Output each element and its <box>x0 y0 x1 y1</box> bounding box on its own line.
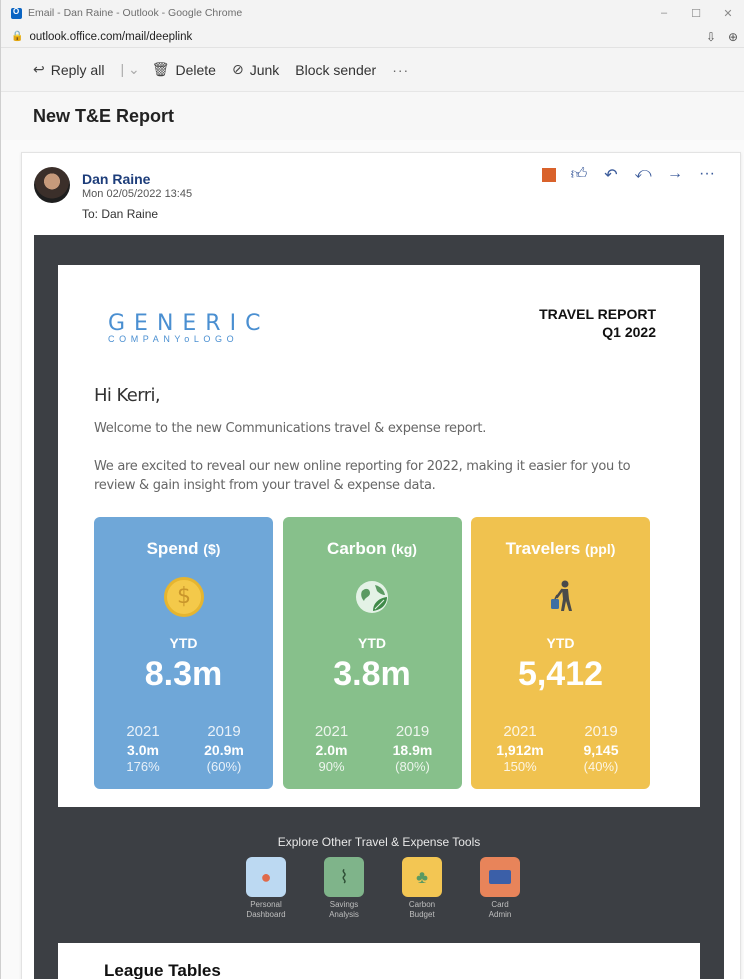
intro-text: Welcome to the new Communications travel… <box>94 421 487 436</box>
company-logo: GENERIC COMPANYoLOGO <box>108 311 269 344</box>
tile-ytd-label: YTD <box>546 635 575 651</box>
tile-title: Carbon (kg) <box>327 539 417 558</box>
map-pin-icon: ● <box>246 857 286 897</box>
install-app-icon[interactable]: ⇩ <box>700 30 722 44</box>
reply-all-icon[interactable]: ⤺ <box>634 165 652 185</box>
reply-all-button[interactable]: ↩︎ Reply all <box>33 61 104 78</box>
kpi-tiles: Spend ($) $ YTD 8.3m 2021 3.0m 176% 2019 20… <box>94 517 650 789</box>
report-title-line1: TRAVEL REPORT <box>539 306 656 322</box>
tile-comparison: 2021 3.0m 176% 2019 20.9m (60%) <box>126 723 244 774</box>
tile-ytd-value: 5,412 <box>517 655 604 693</box>
tile-ytd-value: 3.8m <box>333 655 411 693</box>
card-admin-tool[interactable]: Card Admin <box>478 857 522 920</box>
zoom-icon[interactable]: ⊕ <box>722 30 744 44</box>
addin-icon[interactable] <box>542 168 556 182</box>
greeting: Hi Kerri, <box>94 385 161 406</box>
message-actions: 👍︎ ↶ ⤺ → ··· <box>542 165 716 185</box>
carbon-budget-tool[interactable]: ♣ Carbon Budget <box>400 857 444 920</box>
tools-heading: Explore Other Travel & Expense Tools <box>277 835 481 849</box>
command-bar: ↩︎ Reply all | ⌄ 🗑 Delete ⊘ Junk Block s… <box>1 48 744 92</box>
maximize-button[interactable]: ☐ <box>680 7 712 20</box>
message-subject: New T&E Report <box>1 92 744 140</box>
tree-icon: ♣ <box>402 857 442 897</box>
message-card: Dan Raine Mon 02/05/2022 13:45 To: Dan R… <box>21 152 741 979</box>
trash-icon: 🗑 <box>151 61 170 77</box>
travelers-tile[interactable]: Travelers (ppl) YTD 5,412 2021 1,912m 15… <box>471 517 650 789</box>
block-sender-button[interactable]: Block sender <box>295 62 376 78</box>
delete-button[interactable]: 🗑 Delete <box>152 61 216 78</box>
minimize-button[interactable]: – <box>648 7 680 19</box>
block-circle-icon: ⊘ <box>231 61 244 77</box>
window-title: Email - Dan Raine - Outlook - Google Chr… <box>28 7 243 19</box>
block-sender-label: Block sender <box>295 61 377 78</box>
email-content: GENERIC COMPANYoLOGO TRAVEL REPORT Q1 20… <box>58 265 700 807</box>
recipient-line: To: Dan Raine <box>82 207 159 221</box>
carbon-tile[interactable]: Carbon (kg) YTD 3.8m 2021 2.0m 90% 2019 … <box>282 517 462 789</box>
forward-icon[interactable]: → <box>666 165 684 185</box>
report-title: TRAVEL REPORT Q1 2022 <box>539 305 656 341</box>
junk-button[interactable]: ⊘ Junk <box>232 61 279 78</box>
lock-icon: 🔒 <box>11 31 24 42</box>
report-title-line2: Q1 2022 <box>602 324 656 340</box>
spend-tile[interactable]: Spend ($) $ YTD 8.3m 2021 3.0m 176% 2019 20… <box>94 517 273 789</box>
delete-label: Delete <box>175 61 216 78</box>
savings-analysis-tool[interactable]: ⌇ Savings Analysis <box>322 857 366 920</box>
body-paragraph: We are excited to reveal our new online … <box>94 459 631 493</box>
address-bar[interactable]: 🔒 outlook.office.com/mail/deeplink ⇩ ⊕ <box>1 26 744 48</box>
message-header: Dan Raine Mon 02/05/2022 13:45 To: Dan R… <box>22 153 740 233</box>
outlook-app-icon <box>11 7 22 19</box>
reply-all-label: Reply all <box>50 61 105 78</box>
title-bar: Email - Dan Raine - Outlook - Google Chr… <box>1 0 744 26</box>
tile-ytd-value: 8.3m <box>144 655 223 693</box>
sent-date: Mon 02/05/2022 13:45 <box>82 188 193 200</box>
credit-card-icon <box>480 857 520 897</box>
reply-all-icon: ↩︎ <box>33 61 45 77</box>
tile-ytd-label: YTD <box>358 635 386 651</box>
avatar[interactable] <box>34 167 70 203</box>
tile-ytd-label: YTD <box>169 635 198 651</box>
junk-label: Junk <box>249 61 280 78</box>
browser-window: Email - Dan Raine - Outlook - Google Chr… <box>0 0 744 979</box>
like-icon[interactable]: 👍︎ <box>570 165 588 185</box>
league-tables-title: League Tables <box>104 961 221 979</box>
tile-comparison: 2021 1,912m 150% 2019 9,145 (40%) <box>496 723 619 774</box>
more-actions-icon[interactable]: ··· <box>698 165 716 185</box>
url-text[interactable]: outlook.office.com/mail/deeplink <box>29 31 700 43</box>
tile-title: Spend ($) <box>146 539 221 558</box>
close-window-button[interactable]: ✕ <box>712 7 744 20</box>
tools-row: ● Personal Dashboard ⌇ Savings Analysis ♣ … <box>244 857 522 920</box>
reply-icon[interactable]: ↶ <box>602 165 620 185</box>
tile-title: Travelers (ppl) <box>505 539 616 558</box>
line-chart-icon: ⌇ <box>324 857 364 897</box>
logo-text-top: GENERIC <box>108 311 270 336</box>
more-options-icon[interactable]: ··· <box>392 62 409 78</box>
email-body-frame: GENERIC COMPANYoLOGO TRAVEL REPORT Q1 20… <box>34 235 724 979</box>
league-tables-section: League Tables <box>58 943 700 979</box>
globe-leaf-icon <box>353 577 393 617</box>
tile-comparison: 2021 2.0m 90% 2019 18.9m (80%) <box>314 723 433 774</box>
dollar-coin-icon: $ <box>164 577 204 617</box>
sender-name[interactable]: Dan Raine <box>82 171 150 187</box>
personal-dashboard-tool[interactable]: ● Personal Dashboard <box>244 857 288 920</box>
traveler-luggage-icon <box>541 577 581 617</box>
reply-dropdown-chevron-icon[interactable]: | ⌄ <box>120 61 139 78</box>
